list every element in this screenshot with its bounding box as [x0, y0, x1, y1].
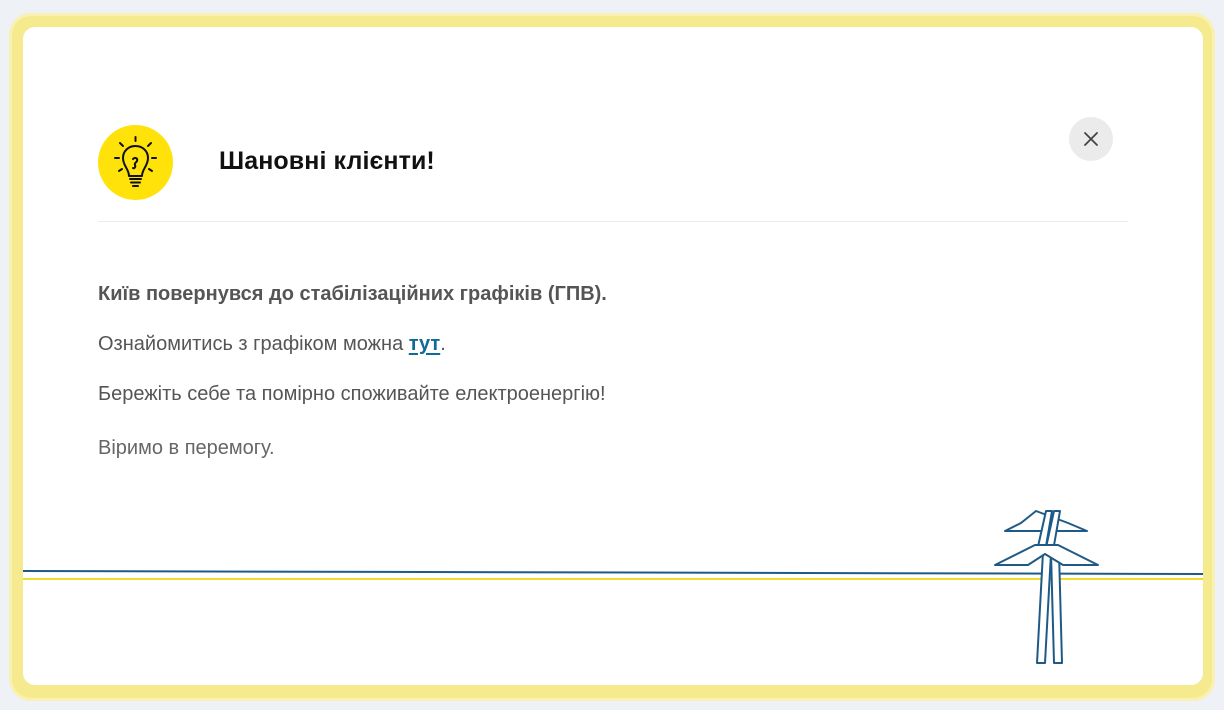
- power-pylon-icon: [994, 510, 1099, 664]
- announcement-modal: Шановні клієнти! Київ повернувся до стаб…: [23, 27, 1203, 685]
- power-line-decoration: [23, 510, 1203, 664]
